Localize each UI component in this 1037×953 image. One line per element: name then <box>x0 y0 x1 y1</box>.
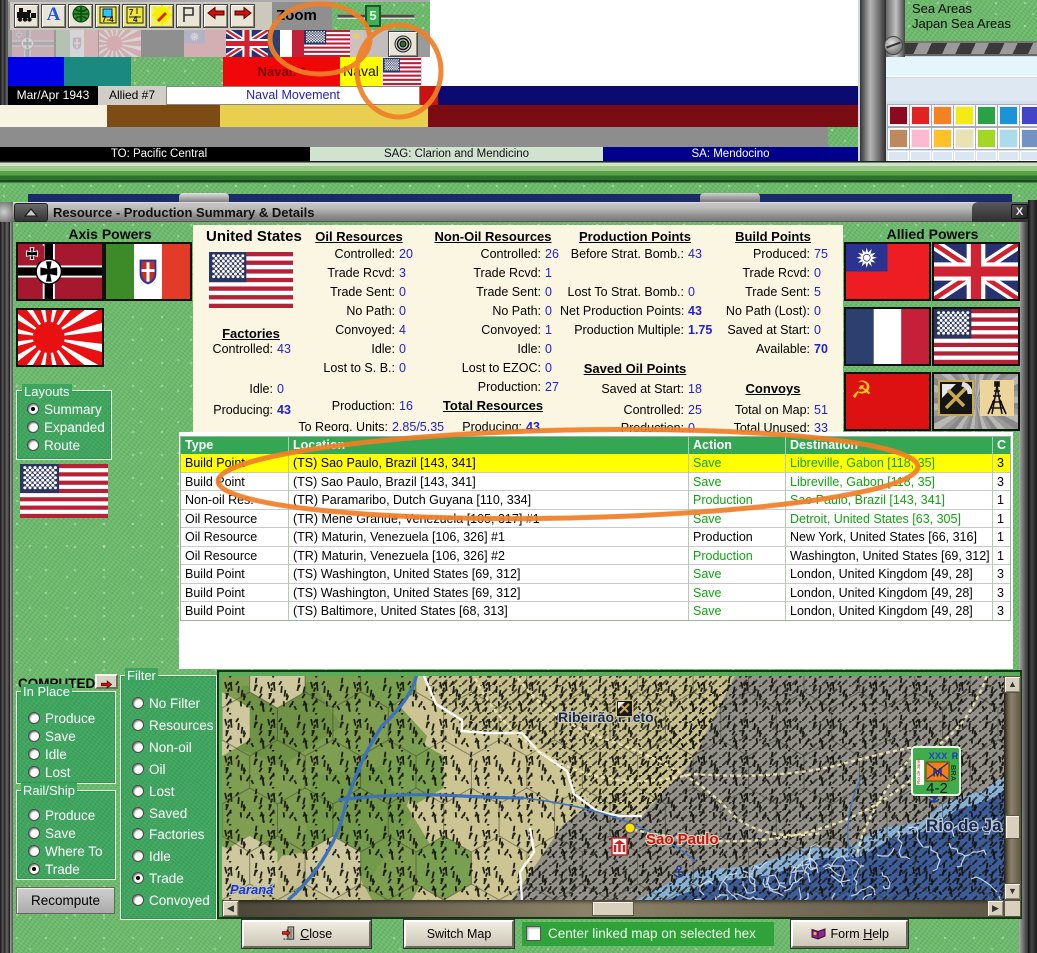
svg-text:4-2: 4-2 <box>926 780 948 797</box>
svg-text:Rio de Janei.: Rio de Janei. <box>916 757 921 784</box>
svg-text:M: M <box>933 766 943 780</box>
svg-text:Paraná: Paraná <box>230 882 273 897</box>
svg-text:XXX: XXX <box>928 751 948 762</box>
svg-text:Ribeirão Preto: Ribeirão Preto <box>558 709 654 725</box>
svg-text:Rio de Ja: Rio de Ja <box>926 816 1002 835</box>
svg-text:Sao Paulo: Sao Paulo <box>646 831 719 848</box>
svg-text:7-4: 7-4 <box>102 15 114 24</box>
svg-text:BRA: BRA <box>949 765 958 782</box>
svg-text:4: 4 <box>133 15 138 24</box>
svg-text:R: R <box>952 751 959 761</box>
